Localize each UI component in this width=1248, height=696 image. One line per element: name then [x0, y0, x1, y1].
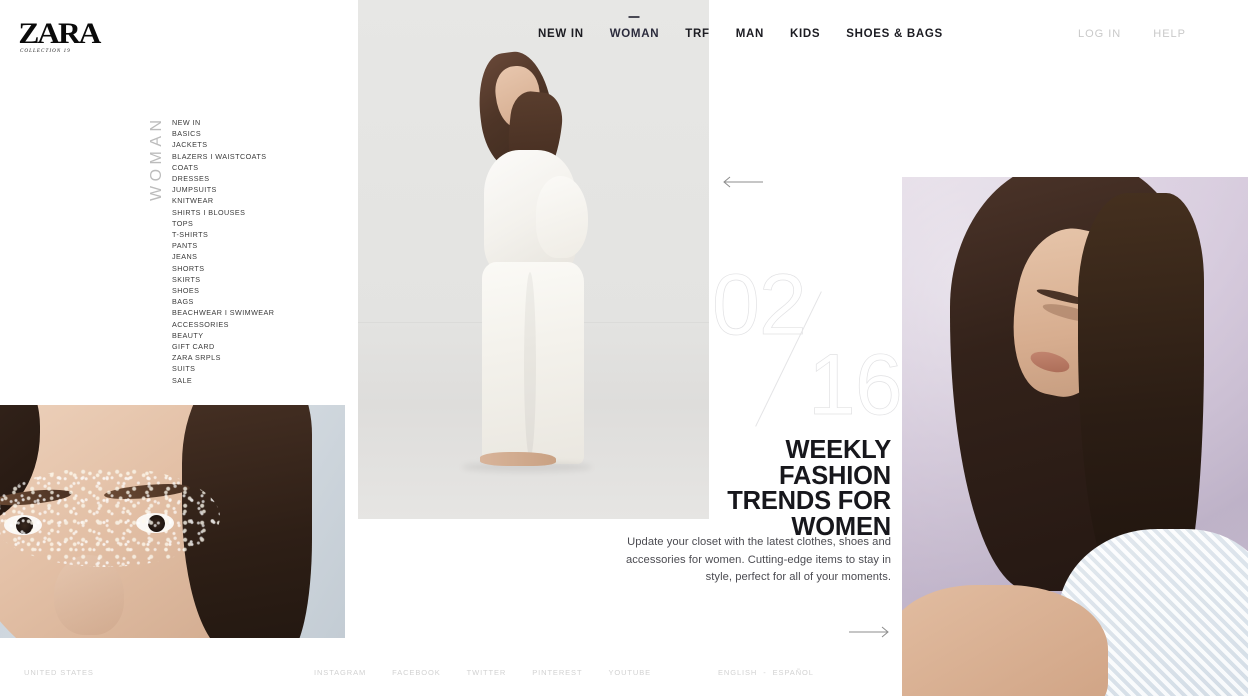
language-english[interactable]: ENGLISH [718, 668, 757, 677]
sidebar-section-label-text: WOMAN [148, 115, 165, 201]
help-link[interactable]: HELP [1153, 28, 1186, 40]
arrow-left-glyph [723, 176, 763, 188]
language-separator: - [763, 668, 767, 677]
counter-slash [755, 291, 822, 427]
sidebar-item-shorts[interactable]: SHORTS [172, 263, 352, 274]
social-link-instagram[interactable]: INSTAGRAM [314, 668, 366, 677]
footer: UNITED STATES INSTAGRAM FACEBOOK TWITTER… [0, 660, 1248, 696]
sidebar-item-skirts[interactable]: SKIRTS [172, 274, 352, 285]
glitter-makeup [0, 467, 220, 567]
sidebar-item-gift-card[interactable]: GIFT CARD [172, 341, 352, 352]
language-espanol[interactable]: ESPAÑOL [773, 668, 814, 677]
counter-current: 02 [712, 257, 807, 353]
sidebar-section-label: WOMAN [131, 113, 165, 203]
nav-label: SHOES & BAGS [846, 28, 943, 40]
sidebar-item-beauty[interactable]: BEAUTY [172, 330, 352, 341]
account-nav: LOG IN HELP [1078, 28, 1186, 40]
sidebar-item-jumpsuits[interactable]: JUMPSUITS [172, 184, 352, 195]
sidebar-item-accessories[interactable]: ACCESSORIES [172, 319, 352, 330]
hero-image-left[interactable] [0, 405, 345, 638]
social-links: INSTAGRAM FACEBOOK TWITTER PINTEREST YOU… [314, 668, 651, 677]
left-model-nose [54, 555, 124, 635]
primary-nav: NEW IN WOMAN TRF MAN KIDS SHOES & BAGS [525, 16, 956, 40]
nav-label: WOMAN [609, 28, 660, 40]
zara-homepage: ZARA COLLECTION 19 NEW IN WOMAN TRF MAN … [0, 0, 1248, 696]
model-sleeve [536, 176, 588, 258]
sidebar-item-blazers-waistcoats[interactable]: BLAZERS I WAISTCOATS [172, 151, 352, 162]
nav-item-trf[interactable]: TRF [672, 28, 722, 40]
sidebar-item-dresses[interactable]: DRESSES [172, 173, 352, 184]
hero-image-center[interactable] [358, 0, 709, 519]
nav-item-new-in[interactable]: NEW IN [525, 28, 597, 40]
nav-item-man[interactable]: MAN [723, 28, 777, 40]
nav-label: MAN [735, 28, 764, 40]
country-selector[interactable]: UNITED STATES [24, 668, 94, 677]
social-link-youtube[interactable]: YOUTUBE [608, 668, 651, 677]
counter-total: 16 [808, 337, 903, 433]
sidebar-item-zara-srpls[interactable]: ZARA SRPLS [172, 352, 352, 363]
sidebar-item-coats[interactable]: COATS [172, 162, 352, 173]
sidebar-category-list: NEW IN BASICS JACKETS BLAZERS I WAISTCOA… [172, 117, 352, 386]
sidebar-item-jackets[interactable]: JACKETS [172, 139, 352, 150]
social-link-twitter[interactable]: TWITTER [467, 668, 507, 677]
model-sandals [480, 452, 556, 466]
active-indicator-dash [628, 16, 640, 18]
page-title: WEEKLY FASHION TRENDS FOR WOMEN [727, 436, 891, 541]
slide-description: Update your closet with the latest cloth… [626, 536, 891, 584]
log-in-link[interactable]: LOG IN [1078, 28, 1121, 40]
nav-label: KIDS [790, 28, 821, 40]
nav-item-kids[interactable]: KIDS [777, 28, 833, 40]
nav-label: TRF [685, 28, 710, 40]
hero-image-right[interactable] [902, 177, 1248, 696]
sidebar-item-jeans[interactable]: JEANS [172, 251, 352, 262]
sidebar-item-bags[interactable]: BAGS [172, 296, 352, 307]
sidebar-item-beachwear-swimwear[interactable]: BEACHWEAR I SWIMWEAR [172, 307, 352, 318]
nav-label: NEW IN [538, 28, 584, 40]
social-link-facebook[interactable]: FACEBOOK [392, 668, 440, 677]
nav-item-woman[interactable]: WOMAN [597, 16, 673, 40]
sidebar-item-suits[interactable]: SUITS [172, 363, 352, 374]
language-selector: ENGLISH - ESPAÑOL [718, 668, 814, 677]
sidebar-item-sale[interactable]: SALE [172, 375, 352, 386]
sidebar-item-pants[interactable]: PANTS [172, 240, 352, 251]
model-pants-shadow [524, 272, 536, 458]
sidebar-item-knitwear[interactable]: KNITWEAR [172, 195, 352, 206]
sidebar-item-shoes[interactable]: SHOES [172, 285, 352, 296]
sidebar-item-new-in[interactable]: NEW IN [172, 117, 352, 128]
arrow-right-glyph [849, 626, 889, 638]
sidebar-item-tops[interactable]: TOPS [172, 218, 352, 229]
nav-item-shoes-bags[interactable]: SHOES & BAGS [833, 28, 956, 40]
sidebar-item-t-shirts[interactable]: T-SHIRTS [172, 229, 352, 240]
slide-counter: 02 16 [712, 257, 903, 430]
social-link-pinterest[interactable]: PINTEREST [532, 668, 582, 677]
arrow-left-icon[interactable] [721, 173, 763, 191]
arrow-right-icon[interactable] [849, 623, 891, 641]
sidebar-item-basics[interactable]: BASICS [172, 128, 352, 139]
top-navigation: NEW IN WOMAN TRF MAN KIDS SHOES & BAGS L… [0, 16, 1248, 52]
sidebar-item-shirts-blouses[interactable]: SHIRTS I BLOUSES [172, 207, 352, 218]
